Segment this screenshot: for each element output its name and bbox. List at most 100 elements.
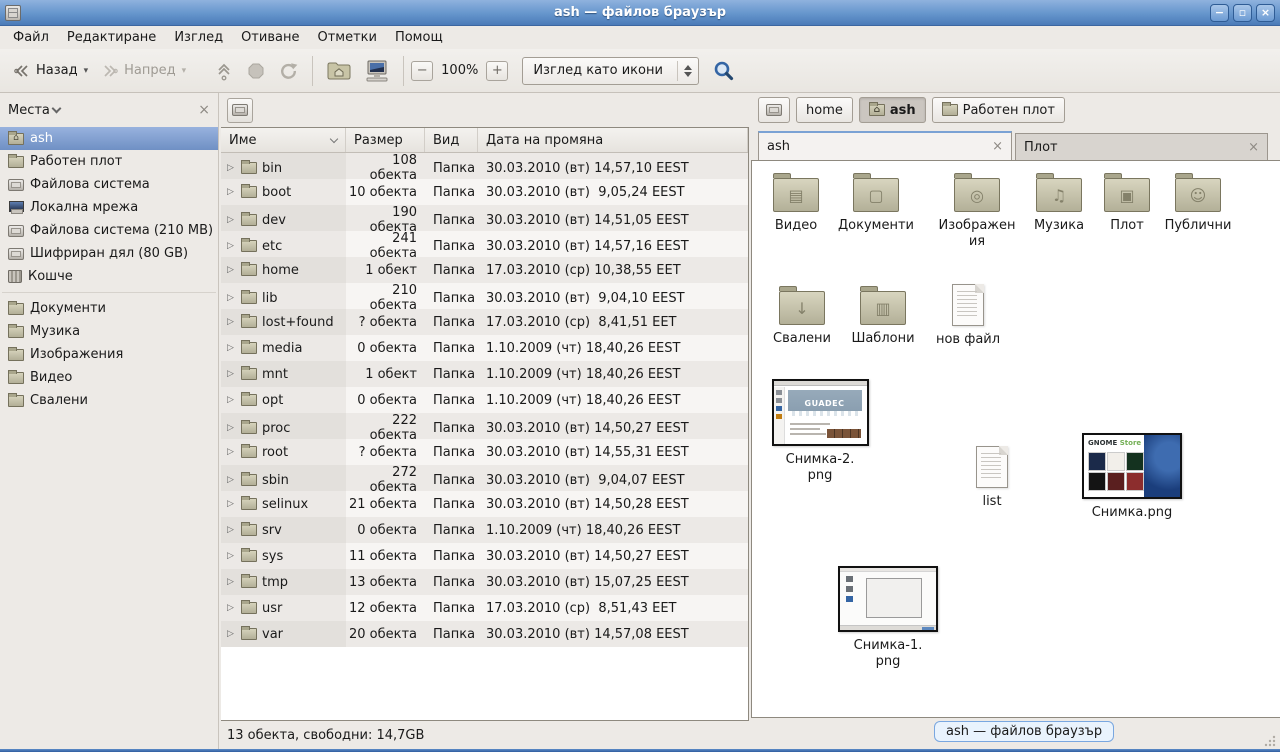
table-row[interactable]: ▷lost+found? обектаПапка17.03.2010 (ср) … <box>221 309 748 335</box>
sidebar-item-encrypted-80gb[interactable]: Шифриран дял (80 GB) <box>0 242 218 265</box>
computer-button[interactable] <box>358 55 396 87</box>
breadcrumb-root[interactable] <box>758 97 790 123</box>
reload-button[interactable] <box>272 57 305 85</box>
sidebar-item-trash[interactable]: Кошче <box>0 265 218 288</box>
menu-view[interactable]: Изглед <box>165 28 232 47</box>
table-row[interactable]: ▷boot10 обектаПапка30.03.2010 (вт) 9,05,… <box>221 179 748 205</box>
folder-item-templates[interactable]: ▥Шаблони <box>841 284 925 347</box>
sidebar-item-downloads[interactable]: Свалени <box>0 389 218 412</box>
column-header-type[interactable]: Вид <box>425 128 478 152</box>
table-row[interactable]: ▷root? обектаПапка30.03.2010 (вт) 14,55,… <box>221 439 748 465</box>
maximize-button[interactable]: ▫ <box>1233 4 1252 22</box>
resize-grip[interactable] <box>1262 733 1276 747</box>
column-header-date[interactable]: Дата на промяна <box>478 128 748 152</box>
table-row[interactable]: ▷mnt1 обектПапка1.10.2009 (чт) 18,40,26 … <box>221 361 748 387</box>
sidebar-item-desktop[interactable]: Работен плот <box>0 150 218 173</box>
expander-icon[interactable]: ▷ <box>227 551 236 561</box>
table-row[interactable]: ▷var20 обектаПапка30.03.2010 (вт) 14,57,… <box>221 621 748 647</box>
taskbar-window-tooltip[interactable]: ash — файлов браузър <box>934 721 1114 742</box>
tab-desktop[interactable]: Плот× <box>1015 133 1268 160</box>
expander-icon[interactable]: ▷ <box>227 603 236 613</box>
menu-edit[interactable]: Редактиране <box>58 28 165 47</box>
file-item-new-file[interactable]: нов файл <box>926 280 1010 348</box>
menu-go[interactable]: Отиване <box>232 28 308 47</box>
sidebar-item-documents[interactable]: Документи <box>0 297 218 320</box>
tab-ash[interactable]: ash× <box>758 131 1012 160</box>
sidebar-item-images[interactable]: Изображения <box>0 343 218 366</box>
file-item-snimka[interactable]: GNOME Store Снимка.png <box>1076 433 1188 521</box>
breadcrumb-ash[interactable]: ⌂ash <box>859 97 926 123</box>
table-row[interactable]: ▷opt0 обектаПапка1.10.2009 (чт) 18,40,26… <box>221 387 748 413</box>
expander-icon[interactable]: ▷ <box>227 187 236 197</box>
table-row[interactable]: ▷etc241 обектаПапка30.03.2010 (вт) 14,57… <box>221 231 748 257</box>
expander-icon[interactable]: ▷ <box>227 577 236 587</box>
view-mode-select[interactable]: Изглед като икони <box>522 57 699 85</box>
folder-item-documents[interactable]: ▢Документи <box>834 171 918 234</box>
table-row[interactable]: ▷usr12 обектаПапка17.03.2010 (ср) 8,51,4… <box>221 595 748 621</box>
table-row[interactable]: ▷dev190 обектаПапка30.03.2010 (вт) 14,51… <box>221 205 748 231</box>
file-item-snimka-2[interactable]: GUADEC Снимка-2. png <box>764 379 876 483</box>
file-item-list[interactable]: list <box>950 442 1034 510</box>
tab-close-icon[interactable]: × <box>992 139 1003 154</box>
table-row[interactable]: ▷sbin272 обектаПапка30.03.2010 (вт) 9,04… <box>221 465 748 491</box>
sidebar-close-icon[interactable]: × <box>198 102 210 118</box>
expander-icon[interactable]: ▷ <box>227 369 236 379</box>
close-button[interactable]: × <box>1256 4 1275 22</box>
expander-icon[interactable]: ▷ <box>227 423 236 433</box>
menu-bookmarks[interactable]: Отметки <box>308 28 385 47</box>
tab-close-icon[interactable]: × <box>1248 140 1259 155</box>
file-item-snimka-1[interactable]: Снимка-1. png <box>832 566 944 669</box>
sidebar-item-local-network[interactable]: Локална мрежа <box>0 196 218 219</box>
expander-icon[interactable]: ▷ <box>227 317 236 327</box>
folder-item-downloads[interactable]: ↓Свалени <box>760 284 844 347</box>
breadcrumb-home[interactable]: home <box>796 97 853 123</box>
table-row[interactable]: ▷sys11 обектаПапка30.03.2010 (вт) 14,50,… <box>221 543 748 569</box>
sidebar-item-filesystem[interactable]: Файлова система <box>0 173 218 196</box>
table-row[interactable]: ▷home1 обектПапка17.03.2010 (ср) 10,38,5… <box>221 257 748 283</box>
table-row[interactable]: ▷proc222 обектаПапка30.03.2010 (вт) 14,5… <box>221 413 748 439</box>
menu-help[interactable]: Помощ <box>386 28 452 47</box>
breadcrumb-desktop[interactable]: Работен плот <box>932 97 1065 123</box>
table-row[interactable]: ▷media0 обектаПапка1.10.2009 (чт) 18,40,… <box>221 335 748 361</box>
folder-item-video[interactable]: ▤Видео <box>754 171 838 234</box>
column-header-name[interactable]: Име <box>221 128 346 152</box>
table-row[interactable]: ▷selinux21 обектаПапка30.03.2010 (вт) 14… <box>221 491 748 517</box>
expander-icon[interactable]: ▷ <box>227 293 236 303</box>
title-bar[interactable]: ash — файлов браузър − ▫ × <box>0 0 1280 26</box>
expander-icon[interactable]: ▷ <box>227 499 236 509</box>
forward-button[interactable]: Напред ▾ <box>94 58 192 84</box>
zoom-out-button[interactable]: − <box>411 61 433 81</box>
sidebar-item-filesystem-210mb[interactable]: Файлова система (210 MB) <box>0 219 218 242</box>
folder-item-public[interactable]: ☺Публични <box>1156 171 1240 234</box>
expander-icon[interactable]: ▷ <box>227 475 236 485</box>
sidebar-item-music[interactable]: Музика <box>0 320 218 343</box>
expander-icon[interactable]: ▷ <box>227 395 236 405</box>
sidebar-mode-select[interactable]: Места <box>8 103 60 118</box>
expander-icon[interactable]: ▷ <box>227 241 236 251</box>
sidebar-item-ash[interactable]: ⌂ash <box>0 127 218 150</box>
sidebar-item-video[interactable]: Видео <box>0 366 218 389</box>
folder-item-images[interactable]: ◎Изображен ия <box>933 171 1021 249</box>
column-header-size[interactable]: Размер <box>346 128 425 152</box>
expander-icon[interactable]: ▷ <box>227 163 236 173</box>
expander-icon[interactable]: ▷ <box>227 629 236 639</box>
minimize-button[interactable]: − <box>1210 4 1229 22</box>
table-row[interactable]: ▷lib210 обектаПапка30.03.2010 (вт) 9,04,… <box>221 283 748 309</box>
menu-file[interactable]: Файл <box>4 28 58 47</box>
expander-icon[interactable]: ▷ <box>227 265 236 275</box>
table-row[interactable]: ▷srv0 обектаПапка1.10.2009 (чт) 18,40,26… <box>221 517 748 543</box>
expander-icon[interactable]: ▷ <box>227 215 236 225</box>
table-row[interactable]: ▷tmp13 обектаПапка30.03.2010 (вт) 15,07,… <box>221 569 748 595</box>
table-row[interactable]: ▷bin108 обектаПапка30.03.2010 (вт) 14,57… <box>221 153 748 179</box>
tab-bar: ash× Плот× <box>751 127 1280 160</box>
expander-icon[interactable]: ▷ <box>227 525 236 535</box>
root-location-button[interactable] <box>227 98 253 123</box>
expander-icon[interactable]: ▷ <box>227 447 236 457</box>
up-button[interactable] <box>208 56 240 86</box>
zoom-in-button[interactable]: + <box>486 61 508 81</box>
back-button[interactable]: Назад ▾ <box>6 58 94 84</box>
search-button[interactable] <box>709 56 739 86</box>
expander-icon[interactable]: ▷ <box>227 343 236 353</box>
back-dropdown-icon[interactable]: ▾ <box>84 66 89 76</box>
home-button[interactable] <box>320 56 358 85</box>
